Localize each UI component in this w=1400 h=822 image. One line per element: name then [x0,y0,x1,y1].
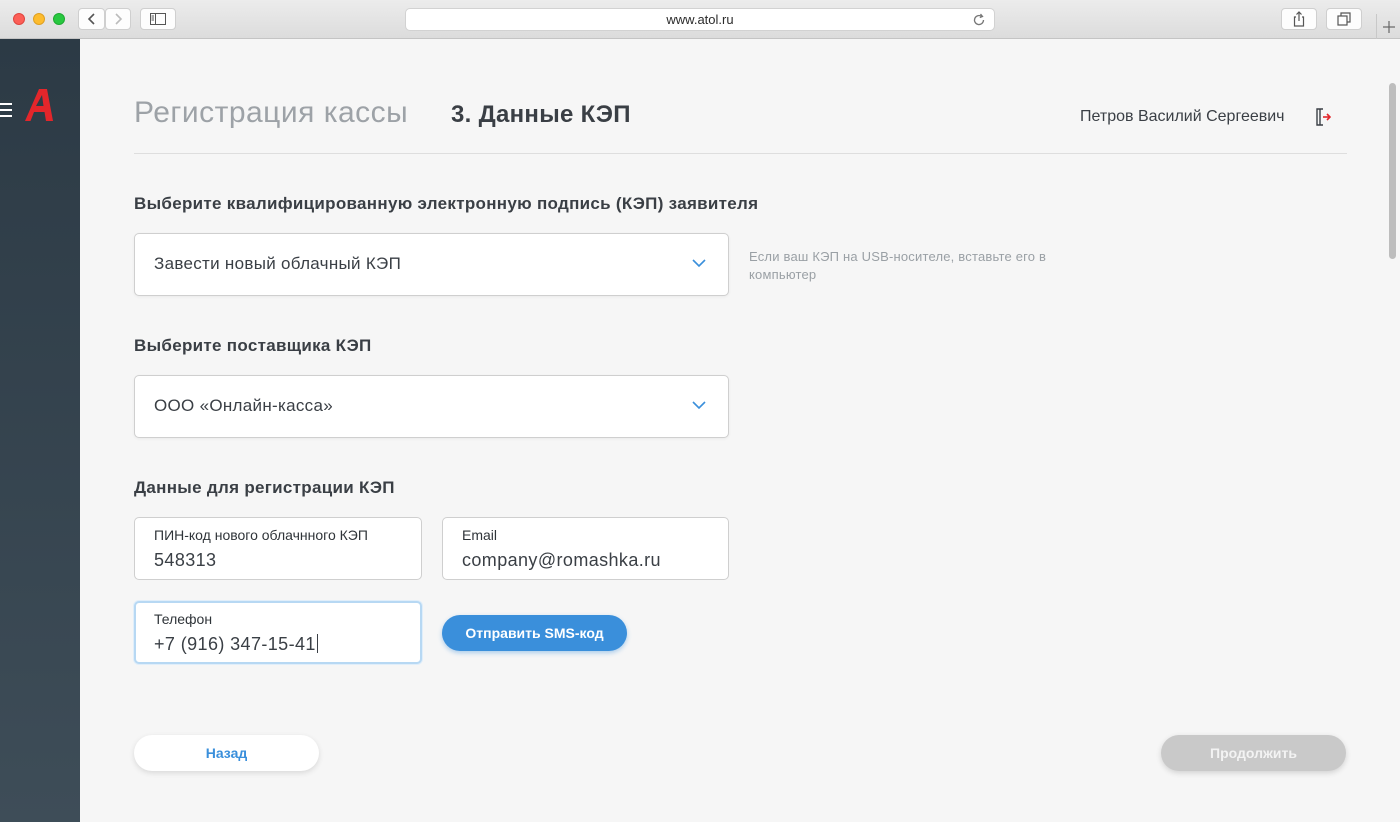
chevron-right-icon [115,13,123,25]
chevron-down-icon [692,401,706,410]
phone-field-label: Телефон [154,611,213,627]
header-divider [134,153,1347,154]
share-button[interactable] [1281,8,1317,30]
pin-field-value[interactable]: 548313 [154,550,394,571]
pin-field-label: ПИН-код нового облачнного КЭП [154,527,368,543]
usb-hint: Если ваш КЭП на USB-носителе, вставьте е… [749,249,1047,282]
phone-field-value[interactable]: +7 (916) 347-15-41 [154,634,394,655]
new-tab-button[interactable] [1376,14,1400,39]
pin-field[interactable]: ПИН-код нового облачнного КЭП 548313 [134,517,422,580]
share-icon [1293,11,1305,27]
scrollbar-thumb[interactable] [1389,83,1396,259]
registration-label: Данные для регистрации КЭП [134,478,395,497]
browser-back-button[interactable] [78,8,105,30]
zoom-window-button[interactable] [53,13,65,25]
provider-select-label: Выберите поставщика КЭП [134,336,372,355]
kep-select-label: Выберите квалифицированную электронную п… [134,194,759,213]
browser-forward-button[interactable] [105,8,131,30]
phone-field[interactable]: Телефон +7 (916) 347-15-41 [134,601,422,664]
kep-select-value: Завести новый облачный КЭП [154,254,402,273]
url-text: www.atol.ru [666,12,734,27]
page-scrollbar[interactable] [1385,39,1400,822]
app-sidebar [0,39,80,822]
browser-titlebar: www.atol.ru [0,0,1400,39]
chevron-down-icon [692,259,706,268]
tabs-icon [1337,12,1351,26]
back-button[interactable]: Назад [134,735,319,771]
show-tabs-button[interactable] [1326,8,1362,30]
chevron-left-icon [87,13,95,25]
kep-select[interactable]: Завести новый облачный КЭП [134,233,729,296]
reload-icon[interactable] [972,13,986,30]
email-field-label: Email [462,527,498,543]
minimize-window-button[interactable] [33,13,45,25]
address-bar[interactable]: www.atol.ru [405,8,995,31]
email-field[interactable]: Email company@romashka.ru [442,517,729,580]
plus-icon [1382,20,1395,33]
logout-icon[interactable] [1315,108,1332,131]
text-cursor [316,634,318,653]
provider-select-value: ООО «Онлайн-касса» [154,396,333,415]
page-title: Регистрация кассы [134,96,409,129]
menu-icon[interactable] [0,103,12,117]
provider-select[interactable]: ООО «Онлайн-касса» [134,375,729,438]
send-sms-button[interactable]: Отправить SMS-код [442,615,627,651]
close-window-button[interactable] [13,13,25,25]
sidebar-icon [150,13,166,25]
email-field-value[interactable]: company@romashka.ru [462,550,702,571]
atol-logo[interactable] [22,87,58,128]
step-title: 3. Данные КЭП [451,101,631,128]
user-name[interactable]: Петров Василий Сергеевич [1080,108,1296,126]
phone-value-text: +7 (916) 347-15-41 [154,634,316,654]
continue-button[interactable]: Продолжить [1161,735,1346,771]
sidebar-toggle-button[interactable] [140,8,176,30]
